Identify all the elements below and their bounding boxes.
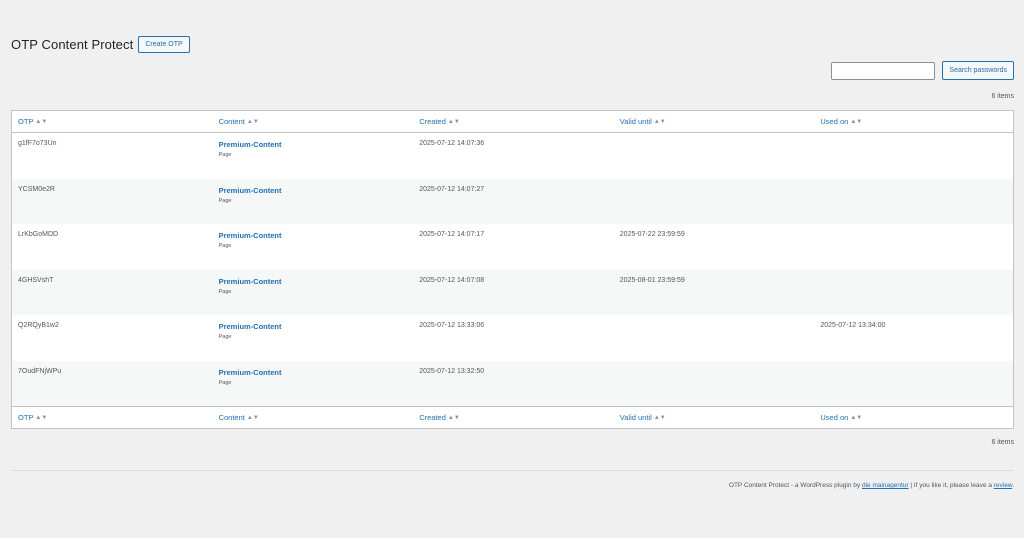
author-link[interactable]: die mainagentur — [862, 482, 909, 489]
column-label: Created — [419, 413, 446, 422]
page-title: OTP Content Protect — [11, 37, 134, 52]
search-box: Search passwords — [831, 61, 1014, 80]
column-label: OTP — [18, 413, 34, 422]
content-type: Page — [218, 197, 232, 204]
content-type: Page — [218, 288, 232, 295]
table-footer: OTP ▲▼ Content ▲▼ Created ▲▼ Valid until ▲▼ … — [12, 406, 1013, 428]
column-label: Valid until — [619, 117, 652, 126]
content-link[interactable]: Premium-Content — [219, 231, 414, 240]
table-row: YCSM0e2R Premium-Content Page 2025-07-12 … — [12, 178, 1015, 225]
content-type: Page — [218, 379, 232, 386]
footer-text: . — [1012, 482, 1014, 489]
used-on-cell: 2025-07-12 13:34:00 — [820, 322, 886, 330]
column-footer-valid-until[interactable]: Valid until ▲▼ — [614, 413, 815, 422]
sort-arrows-icon: ▲▼ — [246, 414, 259, 421]
otp-cell: LrKbGoMDD — [18, 231, 59, 239]
used-on-cell — [814, 368, 1015, 407]
created-cell: 2025-07-12 13:33:06 — [419, 322, 485, 330]
column-header-valid-until[interactable]: Valid until ▲▼ — [614, 117, 815, 126]
title-row: OTP Content Protect Create OTP — [11, 36, 190, 53]
content-link[interactable]: Premium-Content — [219, 322, 414, 331]
valid-until-cell: 2025-08-01 23:59:59 — [619, 276, 685, 284]
sort-arrows-icon: ▲▼ — [850, 118, 863, 125]
content-link[interactable]: Premium-Content — [219, 277, 414, 286]
sort-arrows-icon: ▲▼ — [246, 118, 259, 125]
footer-text: OTP Content Protect - a WordPress plugin… — [728, 482, 862, 489]
column-label: Used on — [820, 413, 849, 422]
sort-arrows-icon: ▲▼ — [447, 118, 460, 125]
review-link[interactable]: review — [994, 482, 1012, 489]
otp-table: OTP ▲▼ Content ▲▼ Created ▲▼ Valid until ▲▼ … — [11, 110, 1014, 429]
otp-cell: g1fF7o73Un — [18, 140, 57, 147]
created-cell: 2025-07-12 13:32:50 — [419, 367, 485, 375]
content-cell: Premium-Content Page — [213, 277, 414, 316]
admin-page: OTP Content Protect Create OTP Search pa… — [0, 0, 1024, 538]
table-row: LrKbGoMDD Premium-Content Page 2025-07-12… — [12, 224, 1013, 270]
used-on-cell — [814, 186, 1015, 225]
valid-until-cell — [614, 322, 815, 361]
used-on-cell — [814, 277, 1015, 316]
sort-arrows-icon: ▲▼ — [35, 118, 48, 125]
column-footer-created[interactable]: Created ▲▼ — [413, 413, 614, 422]
column-label: OTP — [18, 117, 34, 126]
content-type: Page — [218, 243, 232, 250]
sort-arrows-icon: ▲▼ — [653, 118, 666, 125]
created-cell: 2025-07-12 14:07:08 — [419, 276, 485, 284]
items-count-bottom: 6 items — [991, 439, 1014, 446]
valid-until-cell — [614, 186, 815, 225]
search-input[interactable] — [831, 61, 936, 80]
content-cell: Premium-Content Page — [213, 368, 414, 407]
content-type: Page — [218, 334, 232, 341]
sort-arrows-icon: ▲▼ — [447, 414, 460, 421]
created-cell: 2025-07-12 14:07:36 — [419, 140, 485, 147]
table-row: g1fF7o73Un Premium-Content Page 2025-07-1… — [12, 133, 1013, 179]
column-footer-otp[interactable]: OTP ▲▼ — [12, 413, 213, 422]
created-cell: 2025-07-12 14:07:27 — [419, 185, 485, 193]
footer-divider — [11, 470, 1014, 471]
otp-cell: YCSM0e2R — [18, 185, 55, 193]
create-otp-button[interactable]: Create OTP — [138, 36, 190, 53]
column-header-content[interactable]: Content ▲▼ — [213, 117, 414, 126]
column-label: Used on — [820, 117, 849, 126]
content-link[interactable]: Premium-Content — [219, 368, 414, 377]
otp-cell: 7OudFNjWPu — [18, 367, 62, 375]
table-header: OTP ▲▼ Content ▲▼ Created ▲▼ Valid until ▲▼ … — [12, 111, 1013, 133]
table-row: Q2RQyB1w2 Premium-Content Page 2025-07-12… — [12, 315, 1013, 361]
column-header-created[interactable]: Created ▲▼ — [413, 117, 614, 126]
plugin-footer: OTP Content Protect - a WordPress plugin… — [729, 482, 1014, 489]
table-row: 7OudFNjWPu Premium-Content Page 2025-07-1… — [12, 360, 1015, 407]
footer-text: | If you like it, please leave a — [908, 482, 994, 489]
content-type: Page — [218, 152, 232, 158]
valid-until-cell — [614, 368, 815, 407]
created-cell: 2025-07-12 14:07:17 — [419, 231, 485, 239]
content-cell: Premium-Content Page — [213, 186, 414, 225]
content-link[interactable]: Premium-Content — [219, 186, 414, 195]
column-label: Content — [218, 413, 245, 422]
content-cell: Premium-Content Page — [213, 322, 414, 361]
content-cell: Premium-Content Page — [213, 140, 414, 179]
items-count-top: 6 items — [991, 93, 1014, 100]
sort-arrows-icon: ▲▼ — [35, 414, 48, 421]
column-header-used-on[interactable]: Used on ▲▼ — [814, 117, 1015, 126]
column-footer-used-on[interactable]: Used on ▲▼ — [814, 413, 1015, 422]
content-link[interactable]: Premium-Content — [219, 140, 414, 149]
otp-cell: Q2RQyB1w2 — [18, 322, 59, 330]
valid-until-cell: 2025-07-22 23:59:59 — [619, 231, 685, 239]
content-cell: Premium-Content Page — [213, 231, 414, 270]
column-label: Created — [419, 117, 446, 126]
table-row: 4GHSVshT Premium-Content Page 2025-07-12 … — [12, 269, 1015, 316]
used-on-cell — [814, 231, 1015, 270]
column-header-otp[interactable]: OTP ▲▼ — [12, 117, 213, 126]
search-passwords-button[interactable]: Search passwords — [942, 61, 1014, 80]
column-label: Valid until — [619, 413, 652, 422]
valid-until-cell — [614, 140, 815, 179]
sort-arrows-icon: ▲▼ — [850, 414, 863, 421]
column-label: Content — [218, 117, 245, 126]
used-on-cell — [814, 140, 1015, 179]
sort-arrows-icon: ▲▼ — [653, 414, 666, 421]
column-footer-content[interactable]: Content ▲▼ — [213, 413, 414, 422]
otp-cell: 4GHSVshT — [18, 276, 54, 284]
